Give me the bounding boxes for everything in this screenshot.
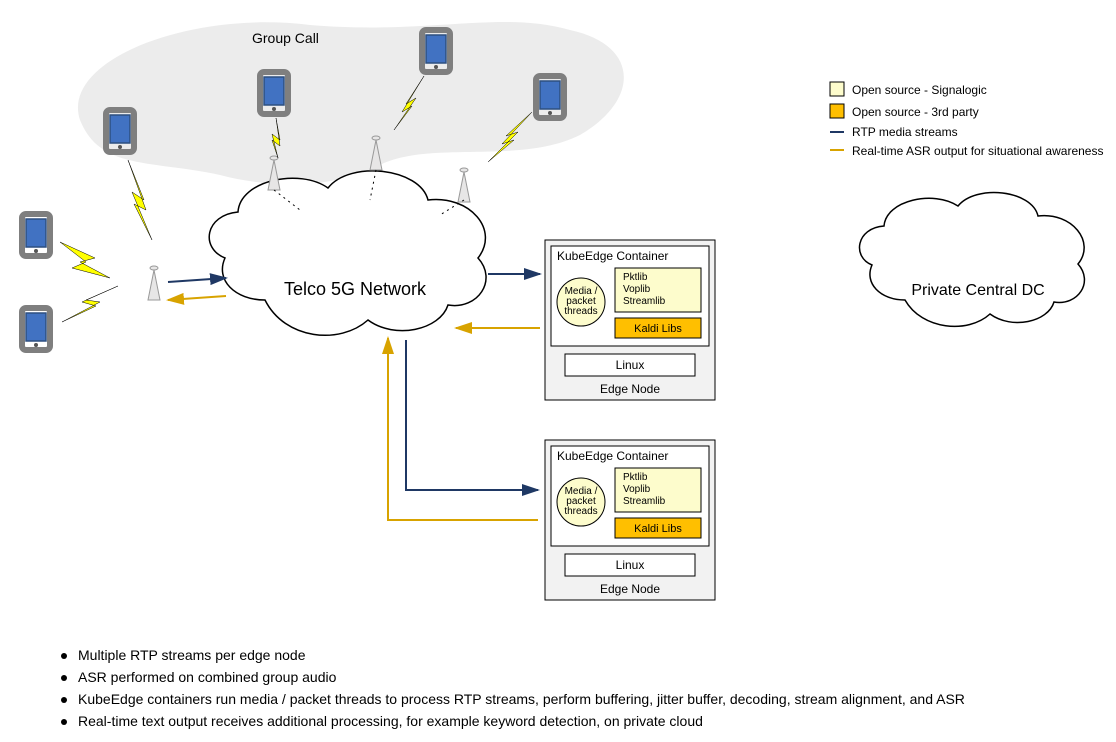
svg-text:Streamlib: Streamlib xyxy=(623,296,666,307)
svg-text:KubeEdge Container: KubeEdge Container xyxy=(557,449,668,463)
telco-cloud xyxy=(209,171,486,335)
svg-text:threads: threads xyxy=(564,306,597,317)
svg-text:Pktlib: Pktlib xyxy=(623,272,648,283)
legend: Open source - Signalogic Open source - 3… xyxy=(830,82,1103,158)
svg-text:Linux: Linux xyxy=(616,358,645,372)
svg-text:KubeEdge Container: KubeEdge Container xyxy=(557,249,668,263)
phone-icon xyxy=(22,308,50,350)
lightning-icon xyxy=(62,286,118,322)
asr-arrow xyxy=(388,338,538,520)
svg-text:KubeEdge containers run media: KubeEdge containers run media / packet t… xyxy=(78,691,965,707)
svg-text:Edge Node: Edge Node xyxy=(600,382,660,396)
svg-text:Edge Node: Edge Node xyxy=(600,582,660,596)
phone-icon xyxy=(22,214,50,256)
svg-text:Kaldi Libs: Kaldi Libs xyxy=(634,323,682,335)
edge-node: KubeEdge Container Media / packet thread… xyxy=(545,240,715,400)
svg-text:Voplib: Voplib xyxy=(623,284,651,295)
svg-text:Open source - 3rd party: Open source - 3rd party xyxy=(852,105,979,119)
rtp-arrow xyxy=(406,340,538,490)
svg-text:Voplib: Voplib xyxy=(623,484,651,495)
lightning-icon xyxy=(128,160,152,240)
edge-node: KubeEdge Container Media / packet thread… xyxy=(545,440,715,600)
svg-text:Real-time ASR output for situa: Real-time ASR output for situational awa… xyxy=(852,144,1103,158)
svg-text:threads: threads xyxy=(564,506,597,517)
tower-icon xyxy=(458,168,470,202)
rtp-arrow xyxy=(168,278,226,282)
svg-text:Multiple RTP streams per edge: Multiple RTP streams per edge node xyxy=(78,647,306,663)
svg-text:Pktlib: Pktlib xyxy=(623,472,648,483)
tower-icon xyxy=(148,266,160,300)
svg-text:Linux: Linux xyxy=(616,558,645,572)
private-dc-cloud xyxy=(860,193,1085,327)
private-dc-label: Private Central DC xyxy=(911,282,1044,299)
svg-text:Kaldi Libs: Kaldi Libs xyxy=(634,523,682,535)
asr-arrow xyxy=(168,296,226,300)
lightning-icon xyxy=(60,242,110,278)
svg-text:Open source - Signalogic: Open source - Signalogic xyxy=(852,83,987,97)
bullet-list: Multiple RTP streams per edge node ASR p… xyxy=(61,647,965,729)
group-call-label: Group Call xyxy=(252,30,319,46)
svg-text:ASR performed on combined grou: ASR performed on combined group audio xyxy=(78,669,337,685)
svg-text:Real-time text output receives: Real-time text output receives additiona… xyxy=(78,713,703,729)
svg-text:RTP media streams: RTP media streams xyxy=(852,125,958,139)
telco-cloud-label: Telco 5G Network xyxy=(284,279,427,299)
svg-text:Streamlib: Streamlib xyxy=(623,496,666,507)
